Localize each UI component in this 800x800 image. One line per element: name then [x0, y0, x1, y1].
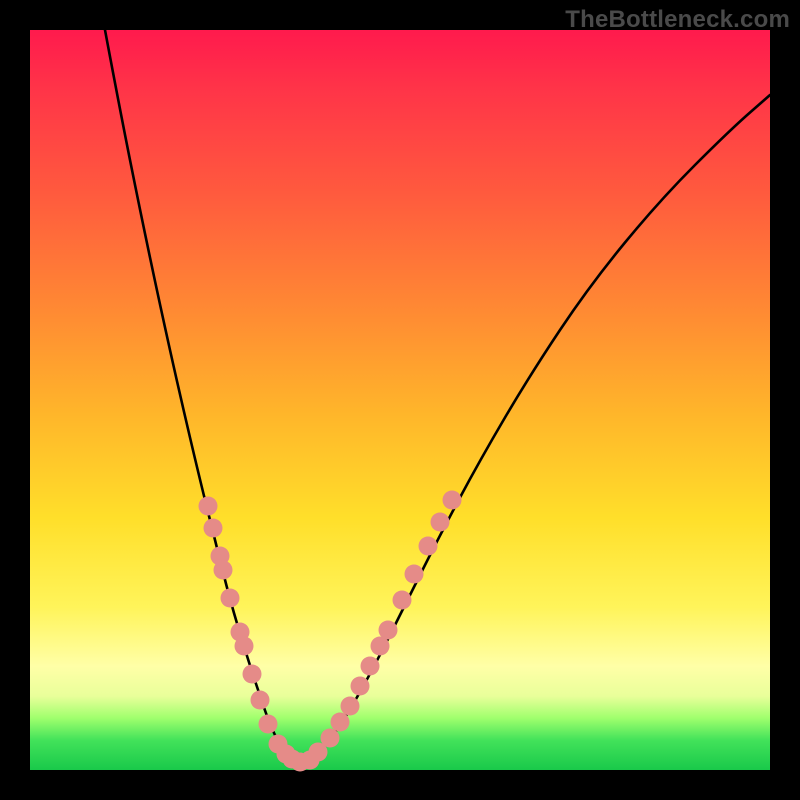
data-point	[321, 729, 340, 748]
data-point	[199, 497, 218, 516]
data-point	[419, 537, 438, 556]
data-point	[214, 561, 233, 580]
bottleneck-curve	[105, 30, 770, 761]
data-point	[393, 591, 412, 610]
data-point	[431, 513, 450, 532]
chart-frame: TheBottleneck.com	[0, 0, 800, 800]
data-point	[221, 589, 240, 608]
data-point	[243, 665, 262, 684]
chart-svg	[30, 30, 770, 770]
data-point	[341, 697, 360, 716]
data-point	[443, 491, 462, 510]
watermark-text: TheBottleneck.com	[565, 6, 790, 34]
data-point	[379, 621, 398, 640]
data-point	[361, 657, 380, 676]
scatter-right-branch	[301, 491, 462, 770]
data-point	[251, 691, 270, 710]
data-point	[204, 519, 223, 538]
chart-plot-area	[30, 30, 770, 770]
data-point	[405, 565, 424, 584]
data-point	[259, 715, 278, 734]
data-point	[235, 637, 254, 656]
data-point	[351, 677, 370, 696]
data-point	[331, 713, 350, 732]
